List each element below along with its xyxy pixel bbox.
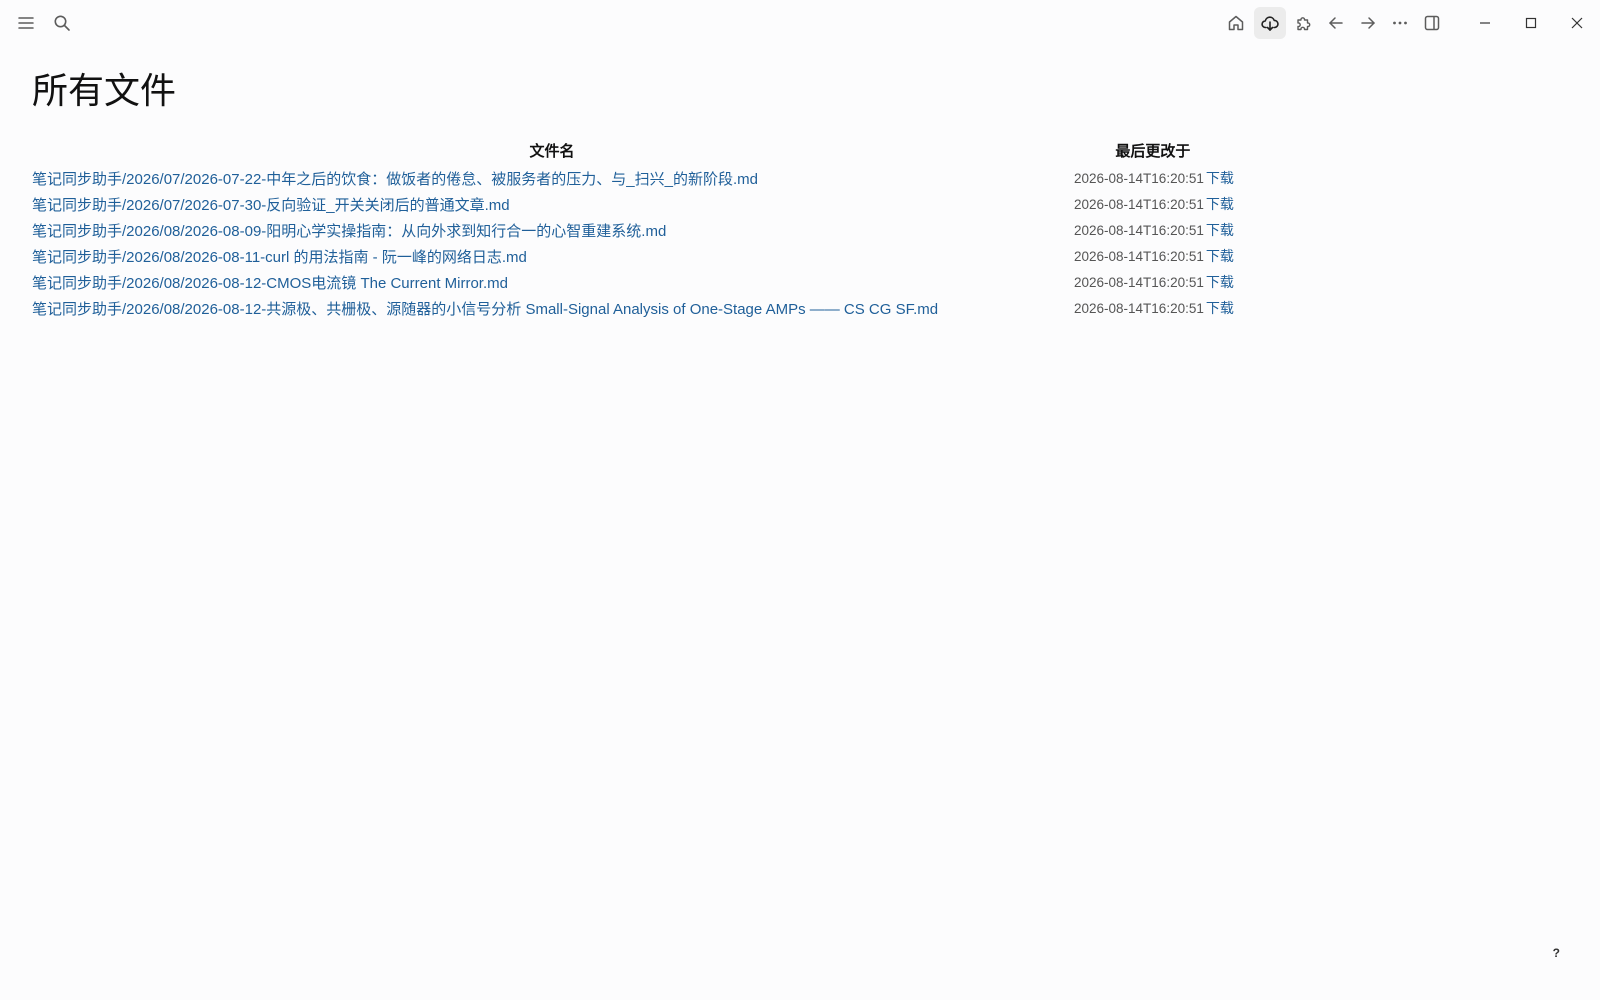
arrow-left-icon[interactable]: [1320, 7, 1352, 39]
puzzle-icon[interactable]: [1288, 7, 1320, 39]
sidebar-toggle-icon[interactable]: [1416, 7, 1448, 39]
cloud-download-icon[interactable]: [1254, 7, 1286, 39]
table-row: 笔记同步助手/2026/08/2026-08-11-curl 的用法指南 - 阮…: [32, 243, 1234, 269]
column-header-modified: 最后更改于: [1115, 142, 1191, 160]
modified-time: 2026-08-14T16:20:51: [1074, 196, 1204, 212]
help-button[interactable]: ?: [1553, 946, 1560, 960]
download-cell: 下载: [1204, 269, 1234, 295]
download-cell: 下载: [1204, 217, 1234, 243]
download-cell: 下载: [1204, 295, 1234, 321]
modified-time: 2026-08-14T16:20:51: [1074, 170, 1204, 186]
file-table-body: 笔记同步助手/2026/07/2026-07-22-中年之后的饮食：做饭者的倦怠…: [32, 165, 1234, 321]
modified-time: 2026-08-14T16:20:51: [1074, 248, 1204, 264]
file-link[interactable]: 笔记同步助手/2026/08/2026-08-09-阳明心学实操指南：从向外求到…: [32, 223, 666, 240]
search-icon[interactable]: [46, 7, 78, 39]
close-icon[interactable]: [1554, 7, 1600, 39]
download-link[interactable]: 下载: [1204, 249, 1234, 265]
file-name-cell: 笔记同步助手/2026/07/2026-07-22-中年之后的饮食：做饭者的倦怠…: [32, 165, 1072, 191]
table-header-row: 文件名 最后更改于: [32, 140, 1234, 165]
download-cell: 下载: [1204, 191, 1234, 217]
download-link[interactable]: 下载: [1204, 275, 1234, 291]
maximize-icon[interactable]: [1508, 7, 1554, 39]
table-row: 笔记同步助手/2026/08/2026-08-12-共源极、共栅极、源随器的小信…: [32, 295, 1234, 321]
more-icon[interactable]: [1384, 7, 1416, 39]
file-name-cell: 笔记同步助手/2026/07/2026-07-30-反向验证_开关关闭后的普通文…: [32, 191, 1072, 217]
minimize-icon[interactable]: [1462, 7, 1508, 39]
download-cell: 下载: [1204, 165, 1234, 191]
file-name-cell: 笔记同步助手/2026/08/2026-08-12-共源极、共栅极、源随器的小信…: [32, 295, 1072, 321]
table-row: 笔记同步助手/2026/08/2026-08-09-阳明心学实操指南：从向外求到…: [32, 217, 1234, 243]
modified-time: 2026-08-14T16:20:51: [1074, 274, 1204, 290]
file-name-cell: 笔记同步助手/2026/08/2026-08-09-阳明心学实操指南：从向外求到…: [32, 217, 1072, 243]
download-link[interactable]: 下载: [1204, 223, 1234, 239]
arrow-right-icon[interactable]: [1352, 7, 1384, 39]
table-row: 笔记同步助手/2026/08/2026-08-12-CMOS电流镜 The Cu…: [32, 269, 1234, 295]
download-cell: 下载: [1204, 243, 1234, 269]
table-row: 笔记同步助手/2026/07/2026-07-22-中年之后的饮食：做饭者的倦怠…: [32, 165, 1234, 191]
modified-time: 2026-08-14T16:20:51: [1074, 222, 1204, 238]
page-title: 所有文件: [32, 71, 177, 112]
file-link[interactable]: 笔记同步助手/2026/07/2026-07-22-中年之后的饮食：做饭者的倦怠…: [32, 171, 758, 188]
menu-icon[interactable]: [10, 7, 42, 39]
main-content: 所有文件 文件名 最后更改于 笔记同步助手/2026/07/2026-07-22…: [32, 62, 1234, 321]
title-bar: [0, 0, 1600, 46]
file-name-cell: 笔记同步助手/2026/08/2026-08-12-CMOS电流镜 The Cu…: [32, 269, 1072, 295]
download-link[interactable]: 下载: [1204, 197, 1234, 213]
title-bar-right: [1220, 7, 1600, 39]
download-link[interactable]: 下载: [1204, 301, 1234, 317]
column-header-name: 文件名: [529, 142, 575, 160]
file-link[interactable]: 笔记同步助手/2026/08/2026-08-12-CMOS电流镜 The Cu…: [32, 275, 508, 292]
file-link[interactable]: 笔记同步助手/2026/07/2026-07-30-反向验证_开关关闭后的普通文…: [32, 197, 510, 214]
file-link[interactable]: 笔记同步助手/2026/08/2026-08-12-共源极、共栅极、源随器的小信…: [32, 301, 938, 318]
home-icon[interactable]: [1220, 7, 1252, 39]
file-link[interactable]: 笔记同步助手/2026/08/2026-08-11-curl 的用法指南 - 阮…: [32, 249, 527, 266]
download-link[interactable]: 下载: [1204, 171, 1234, 187]
file-name-cell: 笔记同步助手/2026/08/2026-08-11-curl 的用法指南 - 阮…: [32, 243, 1072, 269]
file-table: 文件名 最后更改于 笔记同步助手/2026/07/2026-07-22-中年之后…: [32, 140, 1234, 321]
title-bar-left: [10, 7, 78, 39]
modified-time: 2026-08-14T16:20:51: [1074, 300, 1204, 316]
table-row: 笔记同步助手/2026/07/2026-07-30-反向验证_开关关闭后的普通文…: [32, 191, 1234, 217]
